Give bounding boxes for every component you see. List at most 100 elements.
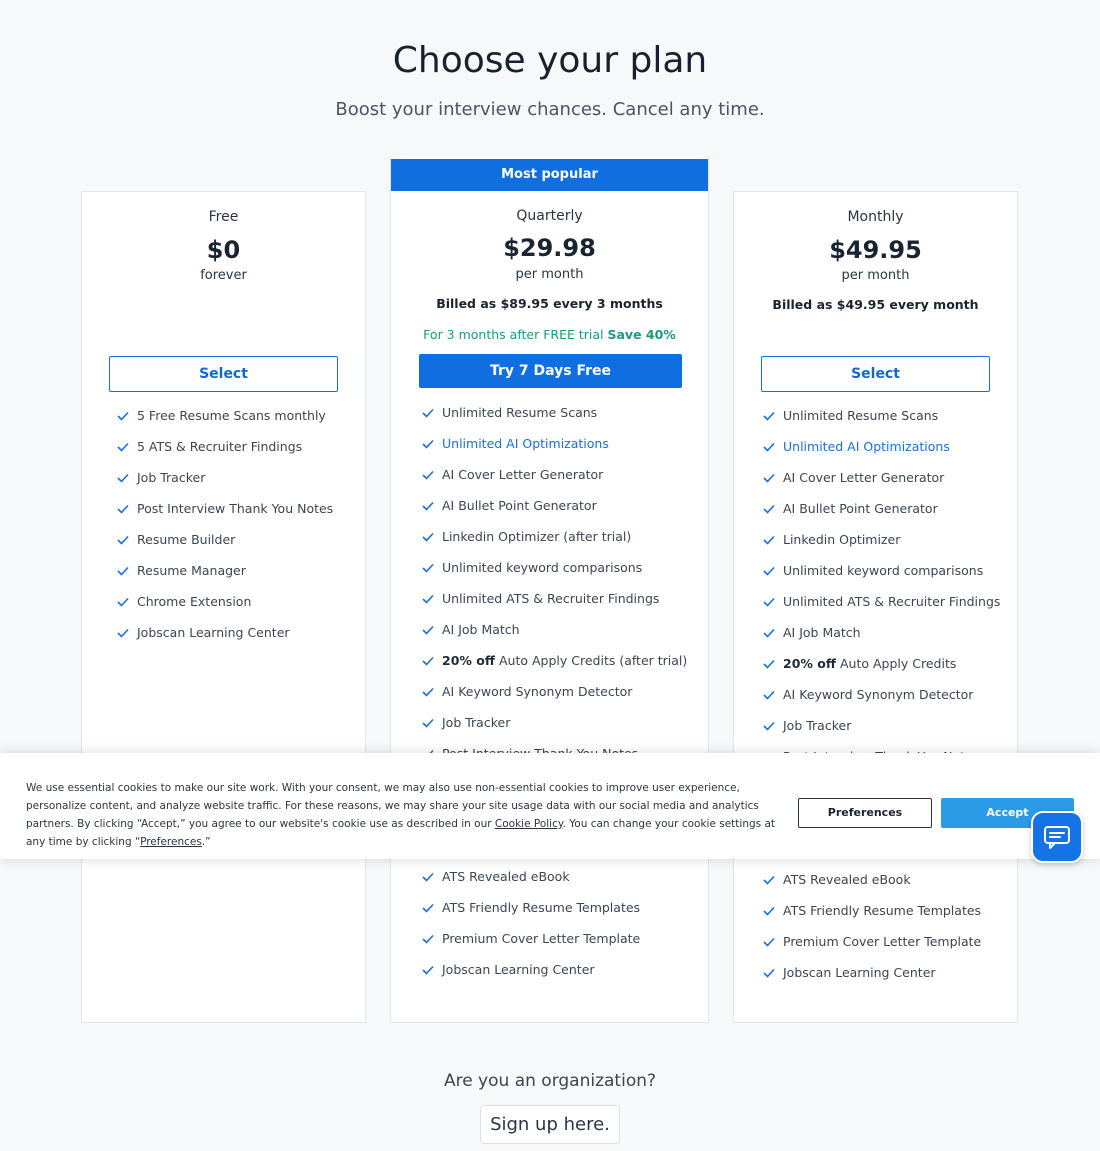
feature-text: AI Cover Letter Generator (442, 467, 604, 482)
check-icon (422, 718, 434, 728)
feature-item: Unlimited ATS & Recruiter Findings (763, 586, 1000, 617)
feature-list-bottom: ATS Revealed eBook ATS Friendly Resume Te… (422, 861, 640, 985)
check-icon (763, 442, 775, 452)
feature-text: Unlimited AI Optimizations (442, 436, 609, 451)
savings-text: Save 40% (607, 327, 676, 342)
check-icon (763, 721, 775, 731)
feature-item: Jobscan Learning Center (422, 954, 640, 985)
check-icon (422, 501, 434, 511)
feature-item: Job Tracker (422, 707, 687, 738)
feature-text: Auto Apply Credits (after trial) (499, 653, 688, 668)
check-icon (763, 968, 775, 978)
check-icon (422, 594, 434, 604)
billing-note: Billed as $49.95 every month (772, 297, 979, 312)
feature-list: Unlimited Resume Scans Unlimited AI Optim… (422, 397, 687, 769)
feature-item: ATS Friendly Resume Templates (422, 892, 640, 923)
feature-item: 20% off Auto Apply Credits (after trial) (422, 645, 687, 676)
feature-text: AI Bullet Point Generator (783, 501, 938, 516)
select-monthly-button[interactable]: Select (761, 356, 990, 392)
plan-period: forever (200, 268, 247, 283)
plan-price: $29.98 (503, 234, 596, 262)
billing-note: Billed as $89.95 every 3 months (436, 296, 663, 311)
cookie-text-part: .” (201, 836, 211, 848)
feature-item: Jobscan Learning Center (117, 617, 333, 648)
feature-text: AI Bullet Point Generator (442, 498, 597, 513)
feature-item: 5 ATS & Recruiter Findings (117, 431, 333, 462)
feature-item: AI Job Match (763, 617, 1000, 648)
check-icon (763, 566, 775, 576)
feature-item: 5 Free Resume Scans monthly (117, 400, 333, 431)
most-popular-badge: Most popular (391, 159, 708, 191)
feature-text: AI Cover Letter Generator (783, 470, 945, 485)
feature-text: Linkedin Optimizer (783, 532, 901, 547)
select-free-button[interactable]: Select (109, 356, 338, 392)
feature-text: Jobscan Learning Center (137, 625, 290, 640)
chat-bubble-icon (1044, 826, 1070, 849)
check-icon (763, 875, 775, 885)
feature-text: Job Tracker (783, 718, 852, 733)
feature-item: Premium Cover Letter Template (422, 923, 640, 954)
check-icon (422, 656, 434, 666)
feature-highlight: 20% off (442, 653, 495, 668)
feature-text: Unlimited Resume Scans (783, 408, 939, 423)
feature-item: Unlimited keyword comparisons (422, 552, 687, 583)
feature-item: Unlimited AI Optimizations (422, 428, 687, 459)
trial-text: For 3 months after FREE trial (423, 327, 604, 342)
check-icon (117, 535, 129, 545)
check-icon (422, 470, 434, 480)
feature-text: Resume Builder (137, 532, 236, 547)
feature-list-bottom: ATS Revealed eBook ATS Friendly Resume Te… (763, 864, 981, 988)
feature-item: Unlimited keyword comparisons (763, 555, 1000, 586)
feature-text: ATS Revealed eBook (442, 869, 570, 884)
feature-item: AI Keyword Synonym Detector (422, 676, 687, 707)
try-free-button[interactable]: Try 7 Days Free (419, 354, 682, 388)
feature-text: Post Interview Thank You Notes (137, 501, 334, 516)
cookie-policy-link[interactable]: Cookie Policy (495, 818, 563, 830)
organization-title: Are you an organization? (443, 1071, 657, 1091)
preferences-link[interactable]: Preferences (140, 836, 202, 848)
plan-name: Quarterly (516, 208, 583, 224)
feature-text: Premium Cover Letter Template (783, 934, 982, 949)
feature-text: AI Job Match (442, 622, 520, 637)
check-icon (763, 597, 775, 607)
check-icon (422, 965, 434, 975)
feature-text: Unlimited ATS & Recruiter Findings (442, 591, 660, 606)
feature-text: AI Keyword Synonym Detector (783, 687, 974, 702)
feature-item: ATS Revealed eBook (422, 861, 640, 892)
feature-item: ATS Revealed eBook (763, 864, 981, 895)
plan-price: $0 (206, 236, 241, 264)
feature-text: Job Tracker (137, 470, 206, 485)
plan-card-quarterly: Most popular Quarterly $29.98 per month … (390, 159, 709, 1023)
feature-item: Unlimited Resume Scans (422, 397, 687, 428)
feature-text: Unlimited keyword comparisons (442, 560, 643, 575)
feature-item: AI Keyword Synonym Detector (763, 679, 1000, 710)
check-icon (117, 473, 129, 483)
feature-text: Auto Apply Credits (840, 656, 957, 671)
feature-text: ATS Friendly Resume Templates (442, 900, 641, 915)
feature-text: AI Job Match (783, 625, 861, 640)
cookie-text: We use essential cookies to make our sit… (26, 779, 786, 851)
plan-period: per month (515, 267, 584, 282)
check-icon (763, 690, 775, 700)
check-icon (117, 442, 129, 452)
plan-price: $49.95 (829, 236, 922, 264)
check-icon (422, 439, 434, 449)
plan-card-free: Free $0 forever Select 5 Free Resume Sca… (81, 191, 366, 1023)
page-subtitle: Boost your interview chances. Cancel any… (335, 99, 765, 120)
preferences-button[interactable]: Preferences (798, 798, 932, 828)
check-icon (763, 473, 775, 483)
feature-text: Job Tracker (442, 715, 511, 730)
feature-item: Linkedin Optimizer (after trial) (422, 521, 687, 552)
check-icon (422, 625, 434, 635)
feature-text: Resume Manager (137, 563, 246, 578)
chat-button[interactable] (1031, 811, 1083, 863)
feature-text: Unlimited ATS & Recruiter Findings (783, 594, 1001, 609)
sign-up-button[interactable]: Sign up here. (480, 1105, 620, 1144)
check-icon (422, 934, 434, 944)
check-icon (763, 628, 775, 638)
check-icon (763, 535, 775, 545)
cookie-banner: We use essential cookies to make our sit… (0, 753, 1100, 859)
feature-item: Unlimited Resume Scans (763, 400, 1000, 431)
check-icon (763, 411, 775, 421)
check-icon (422, 532, 434, 542)
